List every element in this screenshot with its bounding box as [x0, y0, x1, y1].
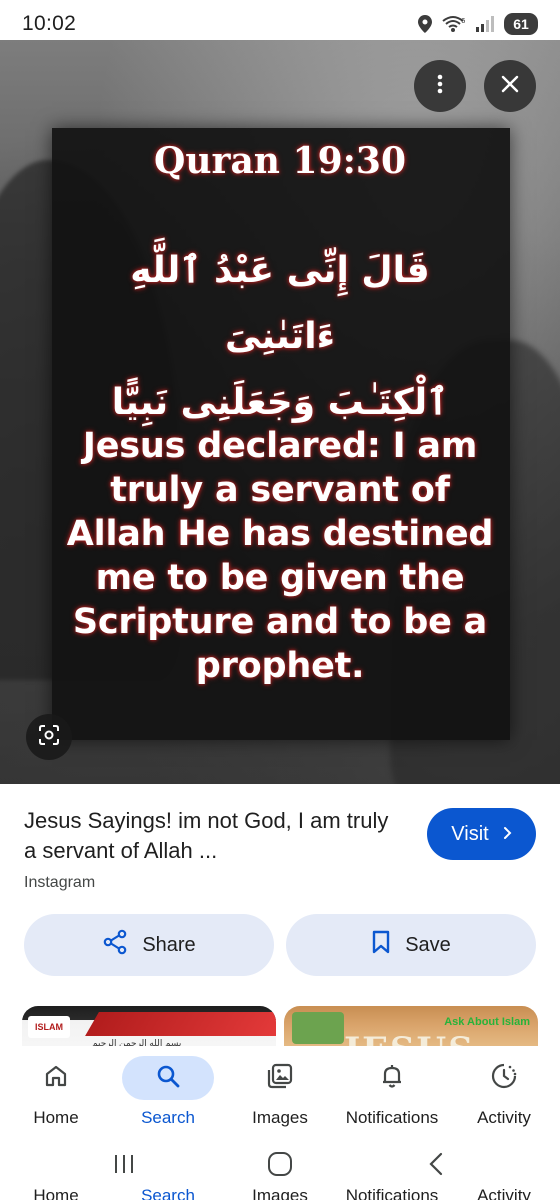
- ghost-nav-labels: Home Search Images Notifications Activit…: [0, 1186, 560, 1200]
- signal-icon: [476, 16, 494, 32]
- english-line-5: Scripture and to be a: [72, 602, 488, 642]
- ghost-search-label: Search: [141, 1186, 195, 1200]
- system-home-button[interactable]: [260, 1150, 300, 1182]
- recent-apps-button[interactable]: [104, 1150, 144, 1182]
- location-icon: [418, 15, 432, 33]
- nav-search-label: Search: [141, 1108, 195, 1127]
- english-line-3: Allah He has destined: [66, 514, 494, 554]
- status-icons: 6 61: [418, 13, 538, 35]
- wifi-6-icon: 6: [442, 15, 466, 33]
- more-options-button[interactable]: [414, 60, 466, 112]
- islam-logo: ISLAM: [28, 1016, 70, 1038]
- recents-icon: [112, 1153, 136, 1180]
- arabic-line-1: قَالَ إِنِّى عَبْدُ ٱللَّهِ ءَاتَىٰنِىَ: [130, 250, 430, 357]
- result-title[interactable]: Jesus Sayings! im not God, I am truly a …: [24, 806, 404, 866]
- more-vert-icon: [437, 74, 443, 99]
- arabic-verse: قَالَ إِنِّى عَبْدُ ٱللَّهِ ءَاتَىٰنِىَ …: [70, 238, 490, 436]
- bell-icon: [380, 1063, 404, 1094]
- bottom-navigation: Home Search Images Notifications Activit…: [0, 1046, 560, 1136]
- status-time: 10:02: [22, 12, 77, 35]
- result-source: Instagram: [24, 874, 96, 891]
- visit-button[interactable]: Visit: [427, 808, 536, 860]
- bookmark-icon: [371, 930, 391, 960]
- visit-label: Visit: [451, 822, 489, 845]
- share-label: Share: [142, 933, 196, 956]
- nav-notifications-label: Notifications: [345, 1108, 439, 1127]
- search-icon: [155, 1063, 181, 1094]
- share-button[interactable]: Share: [24, 914, 274, 976]
- english-line-1: Jesus declared: I am: [82, 426, 478, 466]
- back-icon: [428, 1152, 444, 1181]
- activity-icon: [490, 1062, 518, 1095]
- svg-text:6: 6: [461, 17, 466, 25]
- nav-search[interactable]: Search: [112, 1046, 224, 1136]
- save-button[interactable]: Save: [286, 914, 536, 976]
- ghost-notifications-label: Notifications: [345, 1186, 439, 1200]
- nav-home[interactable]: Home: [0, 1046, 112, 1136]
- system-navigation-bar: Home Search Images Notifications Activit…: [0, 1136, 560, 1200]
- close-icon: [501, 75, 519, 98]
- battery-icon: 61: [504, 13, 538, 35]
- home-circle-icon: [267, 1151, 293, 1182]
- ask-about-islam-tag: Ask About Islam: [444, 1016, 530, 1028]
- ghost-home-label: Home: [33, 1186, 79, 1200]
- lens-icon: [38, 724, 60, 751]
- images-icon: [266, 1062, 294, 1095]
- mosque-logo: [292, 1012, 344, 1044]
- nav-images-label: Images: [252, 1108, 308, 1127]
- nav-home-label: Home: [33, 1108, 79, 1127]
- home-icon: [43, 1063, 69, 1094]
- english-line-4: me to be given the: [95, 558, 465, 598]
- english-translation: Jesus declared: I am truly a servant of …: [56, 424, 504, 688]
- english-line-2: truly a servant of: [110, 470, 450, 510]
- ghost-images-label: Images: [252, 1186, 308, 1200]
- close-button[interactable]: [484, 60, 536, 112]
- back-button[interactable]: [416, 1150, 456, 1182]
- nav-images[interactable]: Images: [224, 1046, 336, 1136]
- nav-activity-label: Activity: [477, 1108, 531, 1127]
- chevron-right-icon: [503, 823, 512, 846]
- lens-button[interactable]: [26, 714, 72, 760]
- verse-reference: Quran 19:30: [153, 140, 407, 182]
- ghost-activity-label: Activity: [477, 1186, 531, 1200]
- nav-activity[interactable]: Activity: [448, 1046, 560, 1136]
- english-line-6: prophet.: [195, 646, 365, 686]
- nav-notifications[interactable]: Notifications: [336, 1046, 448, 1136]
- red-banner: [85, 1012, 276, 1036]
- save-label: Save: [405, 933, 451, 956]
- image-viewer[interactable]: Quran 19:30 قَالَ إِنِّى عَبْدُ ٱللَّهِ …: [0, 40, 560, 784]
- share-icon: [102, 929, 128, 961]
